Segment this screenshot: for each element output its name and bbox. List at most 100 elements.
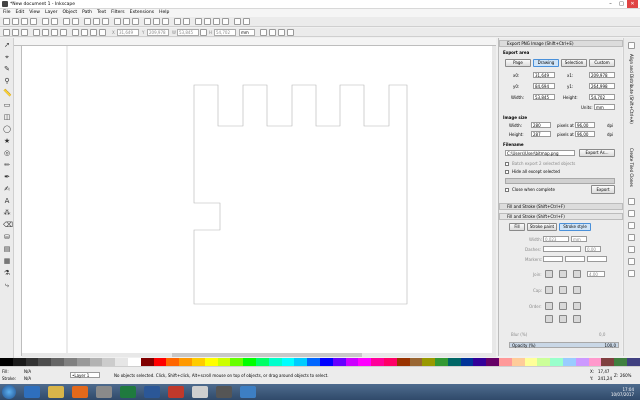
palette-swatch[interactable]	[345, 358, 359, 366]
clone-icon[interactable]	[153, 18, 160, 25]
select-all-icon[interactable]	[3, 29, 10, 36]
node-tool-icon[interactable]: ⌖	[3, 53, 11, 61]
lower-icon[interactable]	[90, 29, 97, 36]
w-field[interactable]: 53,845	[177, 29, 199, 36]
file-explorer-icon[interactable]	[48, 386, 64, 398]
hide-all-checkbox[interactable]	[505, 170, 509, 174]
pencil-tool-icon[interactable]: ✏	[3, 161, 11, 169]
star-tool-icon[interactable]: ★	[3, 137, 11, 145]
unit-select[interactable]: mm	[239, 29, 255, 36]
join-round-icon[interactable]	[559, 270, 567, 278]
palette-swatch[interactable]	[127, 358, 141, 366]
tweak-tool-icon[interactable]: ✎	[3, 65, 11, 73]
eraser-tool-icon[interactable]: ⌫	[3, 221, 13, 229]
export-button[interactable]: Export	[591, 185, 615, 194]
menu-help[interactable]: Help	[159, 9, 169, 17]
snap-toggle-icon[interactable]	[628, 42, 635, 49]
palette-swatch[interactable]	[294, 358, 308, 366]
tab-fill[interactable]: Fill	[509, 223, 525, 231]
marker-mid-select[interactable]	[565, 256, 585, 262]
settings-taskbar-icon[interactable]	[216, 386, 232, 398]
cap-square-icon[interactable]	[573, 286, 581, 294]
flip-vertical-icon[interactable]	[60, 29, 67, 36]
minimize-button[interactable]: –	[605, 0, 616, 8]
gradient-tool-icon[interactable]: ▤	[3, 245, 11, 253]
area-page-button[interactable]: Page	[505, 59, 531, 67]
palette-swatch[interactable]	[307, 358, 320, 366]
mesh-tool-icon[interactable]: ▦	[3, 257, 11, 265]
stroke-width-field[interactable]: 0,023	[543, 236, 569, 242]
h-field[interactable]: 54,702	[214, 29, 236, 36]
paste-icon[interactable]	[102, 18, 109, 25]
y0-field[interactable]: 84,694	[533, 83, 555, 89]
menu-text[interactable]: Text	[97, 9, 106, 17]
transform-gradients-icon[interactable]	[278, 29, 285, 36]
bucket-tool-icon[interactable]: ⛁	[3, 233, 11, 241]
spiral-tool-icon[interactable]: ◎	[3, 149, 11, 157]
connector-tool-icon[interactable]: ⤷	[3, 281, 11, 289]
tiled-clones-tab[interactable]: Create Tiled Clones	[629, 148, 634, 187]
raise-top-icon[interactable]	[72, 29, 79, 36]
palette-swatch[interactable]	[230, 358, 244, 366]
menu-object[interactable]: Object	[62, 9, 77, 17]
palette-swatch[interactable]	[89, 358, 103, 366]
x0-field[interactable]: 31,649	[533, 72, 555, 78]
palette-swatch[interactable]	[243, 358, 256, 366]
palette-swatch[interactable]	[179, 358, 192, 366]
filename-field[interactable]: C:\Users\User\bitmap.png	[505, 150, 575, 156]
palette-swatch[interactable]	[166, 358, 180, 366]
select-all-layers-icon[interactable]	[12, 29, 19, 36]
area-custom-button[interactable]: Custom	[589, 59, 615, 67]
width-field[interactable]: 53,845	[533, 94, 555, 100]
print-icon[interactable]	[30, 18, 37, 25]
color-palette[interactable]	[0, 358, 640, 366]
palette-swatch[interactable]	[255, 358, 269, 366]
dashes-offset-field[interactable]: 0,00	[585, 246, 601, 252]
area-selection-button[interactable]: Selection	[561, 59, 587, 67]
px-height-field[interactable]: 287	[531, 131, 551, 137]
dashes-select[interactable]	[543, 246, 581, 252]
palette-swatch[interactable]	[371, 358, 384, 366]
palette-swatch[interactable]	[499, 358, 512, 366]
measure-tool-icon[interactable]: 📏	[3, 89, 12, 97]
join-miter-icon[interactable]	[545, 270, 553, 278]
fill-stroke-inner-header[interactable]: Fill and Stroke (Shift+Ctrl+F)	[499, 213, 623, 220]
palette-swatch[interactable]	[563, 358, 576, 366]
miter-limit-field[interactable]: 4,00	[587, 271, 605, 277]
undo-icon[interactable]	[63, 18, 70, 25]
palette-swatch[interactable]	[332, 358, 346, 366]
order-6-icon[interactable]	[573, 315, 581, 323]
order-4-icon[interactable]	[545, 315, 553, 323]
snap-center-icon[interactable]	[628, 246, 635, 253]
vertical-scrollbar[interactable]	[492, 46, 496, 353]
new-document-icon[interactable]	[3, 18, 10, 25]
palette-swatch[interactable]	[76, 358, 90, 366]
palette-swatch[interactable]	[435, 358, 448, 366]
flip-horizontal-icon[interactable]	[51, 29, 58, 36]
palette-swatch[interactable]	[460, 358, 474, 366]
import-icon[interactable]	[42, 18, 49, 25]
zoom-value[interactable]: 260%	[620, 373, 631, 378]
close-when-complete-checkbox[interactable]	[505, 188, 509, 192]
order-5-icon[interactable]	[559, 315, 567, 323]
palette-swatch[interactable]	[319, 358, 333, 366]
3d-box-tool-icon[interactable]: ◫	[3, 113, 11, 121]
palette-swatch[interactable]	[601, 358, 615, 366]
text-font-icon[interactable]	[204, 18, 211, 25]
y1-field[interactable]: 264,998	[589, 83, 615, 89]
excel-icon[interactable]	[120, 386, 136, 398]
palette-swatch[interactable]	[191, 358, 205, 366]
palette-swatch[interactable]	[217, 358, 231, 366]
rotate-ccw-icon[interactable]	[33, 29, 40, 36]
dropper-tool-icon[interactable]: ⚗	[3, 269, 11, 277]
ie-icon[interactable]	[24, 386, 40, 398]
snap-midpoints-icon[interactable]	[628, 234, 635, 241]
palette-swatch[interactable]	[115, 358, 128, 366]
x1-field[interactable]: 209,978	[589, 72, 615, 78]
palette-swatch[interactable]	[102, 358, 116, 366]
save-icon[interactable]	[21, 18, 28, 25]
text-tool-icon[interactable]: A	[3, 197, 11, 205]
fill-stroke-icon[interactable]	[195, 18, 202, 25]
palette-swatch[interactable]	[204, 358, 218, 366]
group-icon[interactable]	[174, 18, 181, 25]
